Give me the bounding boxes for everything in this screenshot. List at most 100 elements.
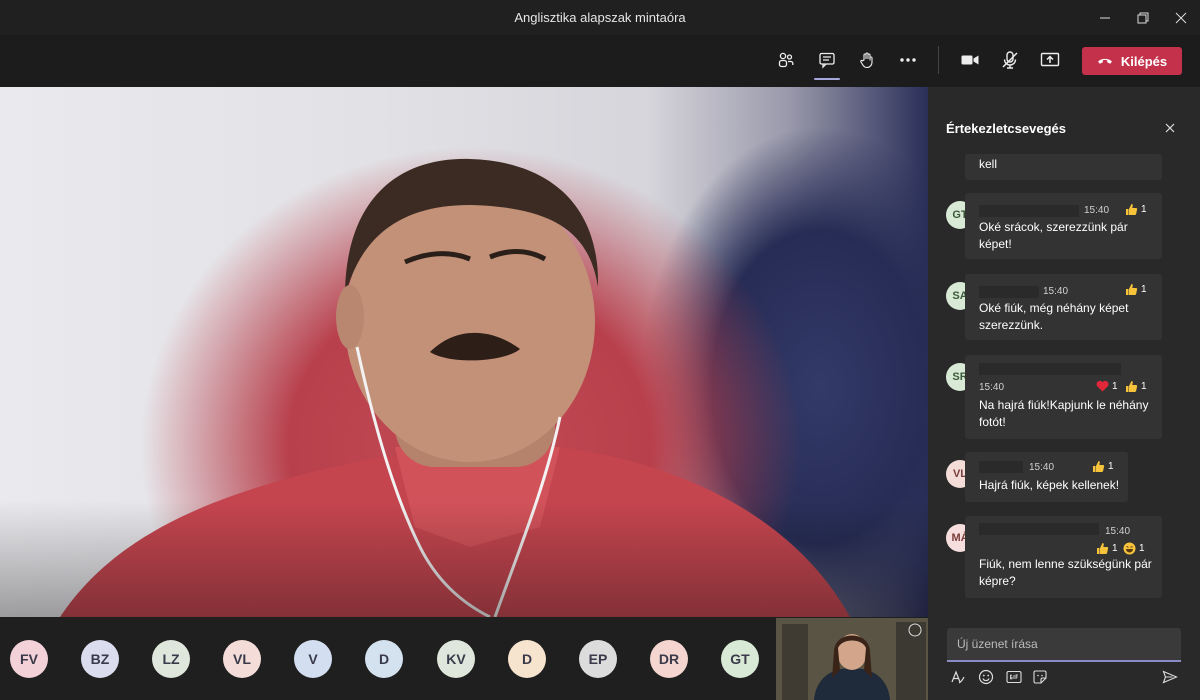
emoji-button[interactable] — [976, 667, 996, 687]
share-screen-icon — [1040, 52, 1060, 67]
people-icon — [778, 52, 794, 68]
restore-button[interactable] — [1124, 0, 1162, 35]
chat-button[interactable] — [811, 44, 843, 80]
participant-avatar[interactable]: EP — [579, 640, 617, 678]
gif-button[interactable] — [1004, 667, 1024, 687]
reaction-thumbs-up[interactable]: 1 — [1096, 542, 1118, 555]
chat-message: 15:40 1 1 Na hajrá fiúk!Kapjunk le néhán… — [965, 355, 1162, 439]
laugh-emoji-icon — [1123, 542, 1136, 555]
message-text: Oké srácok, szerezzünk pár képet! — [979, 220, 1128, 251]
participant-initials: V — [308, 651, 318, 667]
meeting-chat-panel: Értekezletcsevegés kell GT 15:40 1 Oké s… — [928, 87, 1200, 700]
participant-avatar[interactable]: FV — [10, 640, 48, 678]
self-view-video — [776, 618, 928, 700]
participant-initials: KV — [446, 651, 466, 667]
reaction-thumbs-up[interactable]: 1 — [1125, 283, 1147, 296]
redacted-sender — [979, 205, 1079, 217]
reaction-count: 1 — [1141, 204, 1147, 215]
reaction-count: 1 — [1139, 543, 1145, 554]
camera-icon — [961, 55, 979, 65]
participant-avatar[interactable]: DR — [650, 640, 688, 678]
message-time: 15:40 — [1043, 286, 1069, 297]
reaction-count: 1 — [1112, 543, 1118, 554]
participant-initials: LZ — [162, 651, 180, 667]
message-text: Na hajrá fiúk!Kapjunk le néhány fotót! — [979, 398, 1149, 429]
participant-initials: VL — [233, 651, 251, 667]
send-icon — [1162, 670, 1178, 684]
send-button[interactable] — [1160, 667, 1180, 687]
participant-initials: DR — [658, 651, 680, 667]
redacted-sender — [979, 523, 1099, 535]
participant-initials: D — [521, 651, 533, 667]
participant-avatar[interactable]: VL — [223, 640, 261, 678]
reaction-count: 1 — [1141, 284, 1147, 295]
participant-avatar[interactable]: LZ — [152, 640, 190, 678]
participant-initials: GT — [730, 651, 750, 667]
participant-avatar[interactable]: GT — [721, 640, 759, 678]
participant-avatar[interactable]: V — [294, 640, 332, 678]
minimize-icon — [1100, 17, 1110, 18]
chat-message: 15:40 1 Hajrá fiúk, képek kellenek! — [965, 452, 1128, 502]
chat-close-button[interactable] — [1161, 119, 1179, 137]
message-time: 15:40 — [979, 382, 1005, 393]
reaction-count: 1 — [1112, 380, 1118, 392]
message-time: 15:40 — [1029, 462, 1055, 473]
reaction-heart[interactable]: 1 — [1096, 380, 1118, 392]
restore-icon — [1137, 12, 1149, 23]
camera-button[interactable] — [954, 44, 986, 76]
window-controls — [1086, 0, 1200, 35]
meeting-toolbar: Kilépés — [0, 35, 1200, 87]
raise-hand-button[interactable] — [851, 44, 883, 76]
thumbs-up-icon — [1126, 284, 1138, 295]
thumbs-up-icon — [1126, 204, 1138, 215]
thumbs-up-icon — [1093, 461, 1105, 472]
heart-icon — [1096, 380, 1109, 392]
participant-initials: EP — [588, 651, 608, 667]
sticker-button[interactable] — [1030, 667, 1050, 687]
reaction-count: 1 — [1141, 381, 1147, 392]
window-title: Anglisztika alapszak mintaóra — [514, 10, 686, 25]
sticker-icon — [1033, 670, 1047, 684]
share-screen-button[interactable] — [1034, 44, 1066, 76]
message-text: kell — [979, 157, 998, 171]
minimize-button[interactable] — [1086, 0, 1124, 35]
video-shade — [0, 87, 928, 617]
participant-avatar[interactable]: KV — [437, 640, 475, 678]
mic-button[interactable] — [994, 44, 1026, 76]
close-icon — [1165, 123, 1175, 133]
chat-icon — [819, 52, 835, 69]
participant-avatar[interactable]: D — [365, 640, 403, 678]
gif-icon — [1006, 670, 1022, 684]
reaction-count: 1 — [1108, 461, 1114, 472]
participant-initials: BZ — [90, 651, 110, 667]
toolbar-divider — [938, 46, 939, 74]
more-actions-button[interactable] — [892, 44, 924, 76]
mic-muted-icon — [1002, 51, 1018, 69]
participants-button[interactable] — [770, 44, 802, 76]
participant-avatar[interactable]: D — [508, 640, 546, 678]
emoji-icon — [978, 669, 994, 685]
more-icon — [900, 58, 916, 62]
hang-up-icon — [1097, 58, 1112, 64]
leave-button[interactable]: Kilépés — [1082, 47, 1182, 75]
reaction-thumbs-up[interactable]: 1 — [1125, 203, 1147, 216]
reaction-thumbs-up[interactable]: 1 — [1092, 460, 1114, 473]
chat-message: 15:40 1 Oké srácok, szerezzünk pár képet… — [965, 193, 1162, 259]
format-button[interactable] — [948, 667, 968, 687]
message-text: Oké fiúk, még néhány képet szerezzünk. — [979, 301, 1129, 332]
redacted-sender — [979, 286, 1039, 298]
participant-avatar[interactable]: BZ — [81, 640, 119, 678]
redacted-sender — [979, 363, 1121, 375]
compose-box — [947, 628, 1181, 662]
close-icon — [1175, 12, 1187, 23]
title-bar: Anglisztika alapszak mintaóra — [0, 0, 1200, 35]
thumbs-up-icon — [1097, 543, 1109, 554]
format-text-icon — [951, 670, 965, 684]
close-window-button[interactable] — [1162, 0, 1200, 35]
redacted-sender — [979, 461, 1023, 473]
message-input[interactable] — [947, 628, 1181, 660]
reaction-thumbs-up[interactable]: 1 — [1125, 380, 1147, 393]
reaction-laugh[interactable]: 1 — [1123, 542, 1145, 555]
chat-message: 15:40 1 1 Fiúk, nem lenne szükségünk pár… — [965, 516, 1162, 598]
message-text: Hajrá fiúk, képek kellenek! — [979, 478, 1120, 492]
